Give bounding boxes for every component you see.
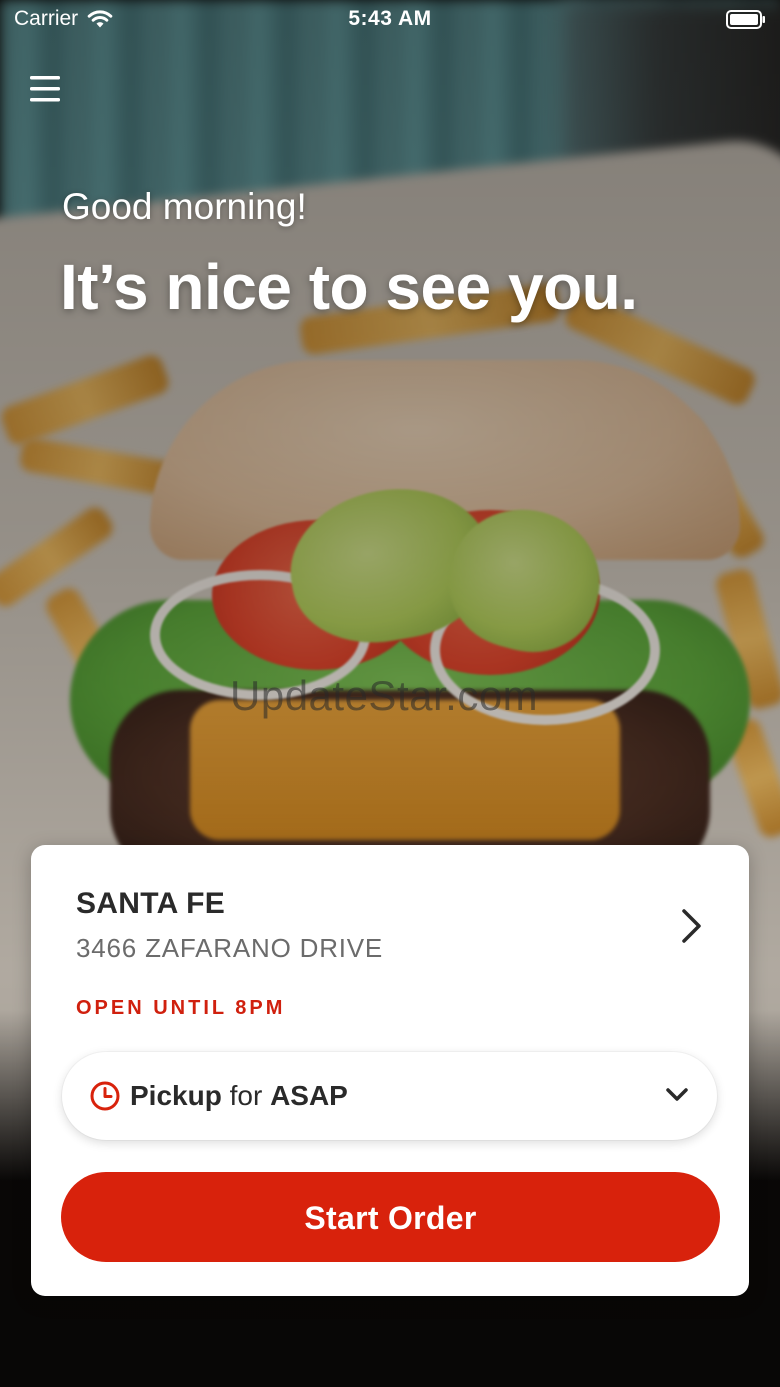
location-address: 3466 ZAFARANO DRIVE (76, 933, 384, 963)
order-time-value: ASAP (270, 1080, 348, 1111)
chevron-down-icon (666, 1088, 688, 1101)
order-type-label: Pickup for ASAP (130, 1080, 348, 1112)
welcome-headline: It’s nice to see you. (60, 251, 638, 323)
greeting-text: Good morning! (62, 186, 307, 227)
location-name: SANTA FE (76, 887, 226, 920)
order-type-dropdown[interactable]: Pickup for ASAP (62, 1052, 717, 1140)
watermark-text: UpdateStar.com (230, 672, 539, 719)
menu-button[interactable] (22, 70, 68, 110)
open-hours-status: OPEN UNTIL 8PM (76, 997, 286, 1019)
order-connector-text: for (229, 1080, 263, 1111)
order-mode-value: Pickup (130, 1080, 222, 1111)
hamburger-menu-icon (30, 76, 60, 102)
order-card: SANTA FE 3466 ZAFARANO DRIVE OPEN UNTIL … (31, 845, 749, 1296)
status-time: 5:43 AM (348, 7, 432, 30)
home-screen: UpdateStar.com Carrier 5:43 AM Good morn… (0, 0, 780, 1387)
clock-icon (90, 1081, 120, 1111)
chevron-right-icon (682, 909, 701, 943)
location-selector[interactable]: SANTA FE 3466 ZAFARANO DRIVE (31, 845, 749, 980)
status-bar: Carrier 5:43 AM (0, 0, 780, 40)
battery-icon (726, 10, 765, 29)
start-order-button[interactable]: Start Order (61, 1172, 720, 1262)
